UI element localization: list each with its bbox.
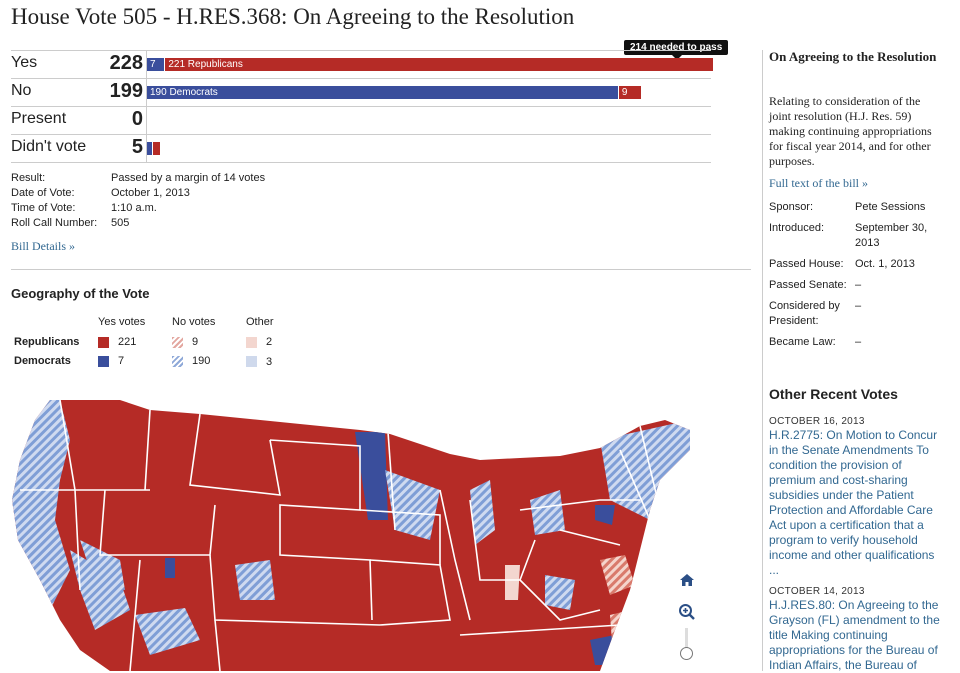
detail-time: 1:10 a.m. <box>111 202 157 214</box>
fact-label: Considered by President: <box>769 300 840 327</box>
zoom-slider-handle[interactable] <box>680 647 693 660</box>
bill-details-link[interactable]: Bill Details » <box>11 239 75 254</box>
vote-count: 228 <box>109 52 143 74</box>
detail-label: Date of Vote: <box>11 187 75 199</box>
fact-value: – <box>855 300 862 312</box>
fact-value: Pete Sessions <box>855 201 926 213</box>
fact-label: Introduced: <box>769 222 825 234</box>
legend-header-yes: Yes votes <box>98 316 146 328</box>
swatch-rep-yes <box>98 337 109 348</box>
vote-totals: Yes 228 7 221 Republicans No 199 190 Demo… <box>11 50 713 163</box>
detail-result: Passed by a margin of 14 votes <box>111 172 266 184</box>
vote-details: Result: Passed by a margin of 14 votes Da… <box>11 171 265 231</box>
detail-label: Roll Call Number: <box>11 217 98 229</box>
vote-bar-segment[interactable]: 9 <box>618 86 642 99</box>
swatch-dem-no <box>172 356 183 367</box>
fact-label: Passed House: <box>769 258 844 270</box>
recent-vote-item[interactable]: OCTOBER 14, 2013 H.J.RES.80: On Agreeing… <box>769 586 945 673</box>
vote-bar-segment[interactable]: 221 Republicans <box>165 58 713 71</box>
zoom-in-icon <box>679 604 695 620</box>
district-map[interactable] <box>0 380 760 671</box>
recent-vote-link[interactable]: H.J.RES.80: On Agreeing to the Grayson (… <box>769 598 945 673</box>
fact-value: Oct. 1, 2013 <box>855 258 915 270</box>
recent-vote-date: OCTOBER 14, 2013 <box>769 586 865 597</box>
vote-count: 199 <box>109 80 143 102</box>
divider <box>11 269 751 270</box>
legend-dem-other: 3 <box>266 356 273 368</box>
detail-label: Result: <box>11 172 46 184</box>
vote-label: Didn't vote <box>11 138 87 155</box>
vote-label: Yes <box>11 54 38 71</box>
vote-row-didnt-vote: Didn't vote 5 <box>11 134 711 163</box>
vote-bar-segment[interactable] <box>152 142 161 155</box>
recent-vote-date: OCTOBER 16, 2013 <box>769 416 865 427</box>
legend-header-other: Other <box>246 316 274 328</box>
sidebar-title: On Agreeing to the Resolution <box>769 49 937 64</box>
swatch-rep-no <box>172 337 183 348</box>
vote-count: 0 <box>131 108 143 130</box>
swatch-dem-other <box>246 356 257 367</box>
vote-row-no: No 199 190 Democrats 9 <box>11 78 711 106</box>
recent-votes-title: Other Recent Votes <box>769 386 898 402</box>
swatch-rep-other <box>246 337 257 348</box>
map-regions <box>12 400 690 671</box>
fact-label: Sponsor: <box>769 201 814 213</box>
legend-rep-yes: 221 <box>118 336 137 348</box>
map-zoom-in-button[interactable] <box>678 603 696 626</box>
legend-democrats: Democrats <box>14 355 71 367</box>
legend-republicans: Republicans <box>14 336 80 348</box>
home-icon <box>680 574 694 586</box>
recent-vote-item[interactable]: OCTOBER 16, 2013 H.R.2775: On Motion to … <box>769 416 945 578</box>
fact-value: – <box>855 336 862 348</box>
fact-value: September 30, 2013 <box>855 222 928 249</box>
swatch-dem-yes <box>98 356 109 367</box>
legend-dem-no: 190 <box>192 355 211 367</box>
full-text-link[interactable]: Full text of the bill » <box>769 176 868 191</box>
vote-label: No <box>11 82 32 99</box>
detail-date: October 1, 2013 <box>111 187 190 199</box>
legend-dem-yes: 7 <box>118 355 125 367</box>
geography-title: Geography of the Vote <box>11 286 150 301</box>
detail-roll-call: 505 <box>111 217 130 229</box>
recent-vote-link[interactable]: H.R.2775: On Motion to Concur in the Sen… <box>769 428 945 578</box>
legend-rep-other: 2 <box>266 336 273 348</box>
vote-row-present: Present 0 <box>11 106 711 134</box>
vote-bar-segment[interactable]: 7 <box>147 58 165 71</box>
vote-count: 5 <box>131 136 143 158</box>
vote-bar-segment[interactable]: 190 Democrats <box>147 86 618 99</box>
fact-value: – <box>855 279 862 291</box>
legend-rep-no: 9 <box>192 336 199 348</box>
map-home-button[interactable] <box>679 572 695 593</box>
vote-row-yes: Yes 228 7 221 Republicans <box>11 50 713 78</box>
page-title: House Vote 505 - H.RES.368: On Agreeing … <box>11 4 575 29</box>
sidebar-divider <box>762 50 763 671</box>
legend-header-no: No votes <box>172 316 216 328</box>
detail-label: Time of Vote: <box>11 202 76 214</box>
vote-label: Present <box>11 110 67 127</box>
vote-bar-segment[interactable] <box>147 142 152 155</box>
fact-label: Passed Senate: <box>769 279 847 291</box>
sidebar-description: Relating to consideration of the joint r… <box>769 94 932 168</box>
fact-label: Became Law: <box>769 336 836 348</box>
